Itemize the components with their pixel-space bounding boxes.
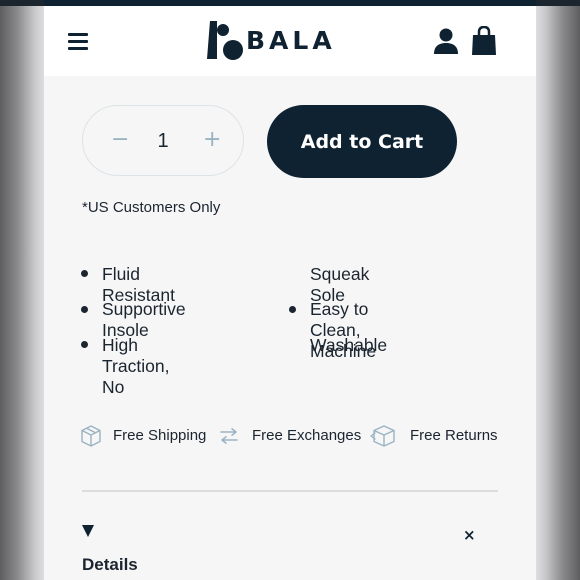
box-icon: [81, 425, 101, 447]
box-return-icon: [370, 425, 395, 447]
shopping-bag-icon[interactable]: [471, 26, 497, 56]
product-page: BALA − 1 + Add to Cart *US Customers Onl…: [44, 0, 536, 580]
hamburger-menu-icon[interactable]: [68, 33, 88, 51]
bullet-dot: [81, 306, 88, 313]
section-divider: [82, 490, 498, 492]
bullet-dot: [81, 341, 88, 348]
availability-note: *US Customers Only: [82, 199, 221, 216]
quantity-stepper: − 1 +: [82, 105, 244, 176]
perk-label: Free Shipping: [113, 427, 207, 444]
quantity-value[interactable]: 1: [143, 128, 183, 154]
swap-arrows-icon: [220, 428, 238, 444]
quantity-increase-button[interactable]: +: [203, 126, 221, 154]
perk-label: Free Returns: [410, 427, 498, 444]
close-icon[interactable]: ×: [463, 526, 476, 544]
feature-item: Washable: [310, 335, 388, 355]
triangle-down-icon[interactable]: [82, 525, 94, 537]
quantity-decrease-button[interactable]: −: [111, 126, 129, 154]
feature-item: High Traction, No: [102, 335, 170, 397]
perk-label: Free Exchanges: [252, 427, 362, 444]
add-to-cart-button[interactable]: Add to Cart: [267, 105, 457, 178]
bullet-dot: [289, 306, 296, 313]
site-header: BALA: [44, 6, 536, 76]
details-heading[interactable]: Details: [82, 555, 138, 575]
account-icon[interactable]: [434, 27, 458, 55]
brand-logo[interactable]: BALA: [206, 16, 356, 66]
bullet-dot: [81, 270, 88, 277]
brand-wordmark: BALA: [246, 26, 336, 55]
bala-mark-icon: [207, 21, 243, 60]
